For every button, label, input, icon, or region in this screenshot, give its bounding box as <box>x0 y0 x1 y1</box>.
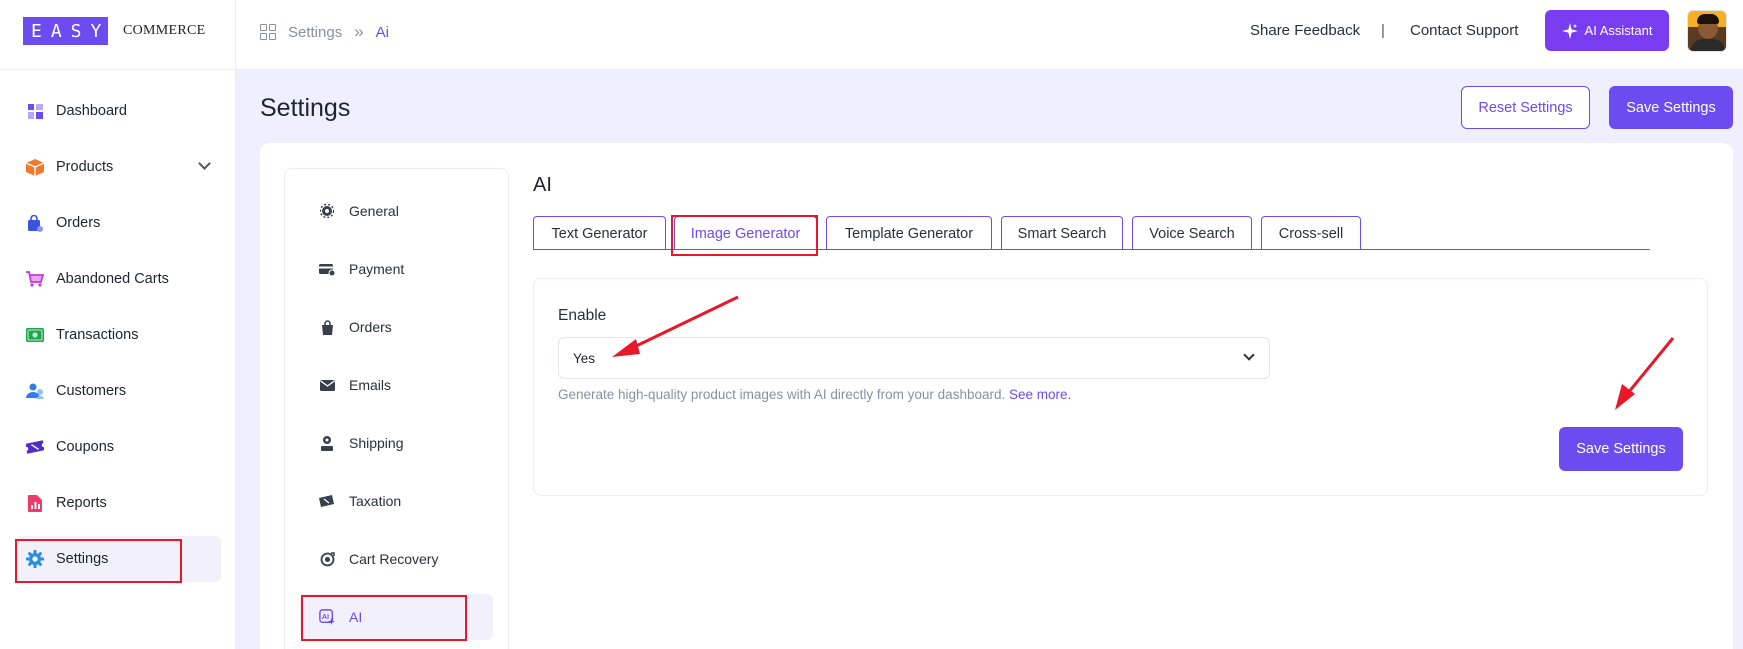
sidebar-item-transactions[interactable]: Transactions <box>15 312 221 358</box>
settings-nav-label: Cart Recovery <box>349 551 439 567</box>
sidebar-item-reports[interactable]: Reports <box>15 480 221 526</box>
help-text: Generate high-quality product images wit… <box>558 387 1071 402</box>
settings-nav-label: Orders <box>349 319 392 335</box>
breadcrumb-settings[interactable]: Settings <box>288 24 342 41</box>
tab-voice-search[interactable]: Voice Search <box>1132 216 1252 250</box>
tab-template-generator[interactable]: Template Generator <box>826 216 992 250</box>
settings-nav-taxation[interactable]: Taxation <box>300 478 493 524</box>
sidebar-item-label: Abandoned Carts <box>56 271 169 287</box>
settings-nav-shipping[interactable]: Shipping <box>300 420 493 466</box>
dashboard-icon <box>26 102 44 120</box>
logo-mark: EASY <box>23 17 108 45</box>
settings-nav-cart-recovery[interactable]: Cart Recovery <box>300 536 493 582</box>
sidebar-item-label: Products <box>56 159 114 175</box>
settings-nav-label: Taxation <box>349 493 402 509</box>
apps-grid-icon[interactable] <box>260 24 276 40</box>
sidebar-item-products[interactable]: Products <box>15 144 221 190</box>
tab-text-generator[interactable]: Text Generator <box>533 216 666 250</box>
settings-nav-payment[interactable]: Payment <box>300 246 493 292</box>
settings-nav-label: Shipping <box>349 435 404 451</box>
brand-logo[interactable]: EASY COMMERCE <box>23 17 206 45</box>
highlight-box-ai <box>301 595 467 641</box>
sidebar-item-label: Transactions <box>56 327 139 343</box>
enable-select-value: Yes <box>573 350 596 366</box>
settings-nav-emails[interactable]: Emails <box>300 362 493 408</box>
save-settings-header-button[interactable]: Save Settings <box>1609 86 1733 129</box>
tab-cross-sell[interactable]: Cross-sell <box>1261 216 1361 250</box>
settings-nav-general[interactable]: General <box>300 188 493 234</box>
sidebar-item-customers[interactable]: Customers <box>15 368 221 414</box>
sidebar-item-dashboard[interactable]: Dashboard <box>15 88 221 134</box>
breadcrumb-current: Ai <box>375 23 390 41</box>
tab-smart-search[interactable]: Smart Search <box>1001 216 1123 250</box>
breadcrumb-separator: » <box>354 22 364 41</box>
ticket-icon <box>26 438 44 456</box>
settings-nav-label: Payment <box>349 261 405 277</box>
sidebar-item-label: Dashboard <box>56 103 127 119</box>
header-link-divider: | <box>1381 22 1385 39</box>
users-icon <box>26 382 44 400</box>
shipping-icon <box>319 435 335 451</box>
bag-icon <box>319 319 335 335</box>
sidebar-item-label: Customers <box>56 383 127 399</box>
breadcrumb: Settings » Ai <box>260 22 389 42</box>
banknote-icon <box>26 326 44 344</box>
settings-nav-orders[interactable]: Orders <box>300 304 493 350</box>
recovery-icon <box>319 551 335 567</box>
enable-label: Enable <box>558 307 607 324</box>
page-title: Settings <box>260 94 351 122</box>
sidebar-item-coupons[interactable]: Coupons <box>15 424 221 470</box>
ai-assistant-label: AI Assistant <box>1584 23 1653 38</box>
highlight-box-settings <box>15 539 182 583</box>
settings-nav-label: Emails <box>349 377 392 393</box>
section-title: AI <box>533 174 552 196</box>
share-feedback-link[interactable]: Share Feedback <box>1250 22 1360 39</box>
shopping-bag-icon <box>26 214 44 232</box>
report-icon <box>26 494 44 512</box>
sidebar-item-orders[interactable]: Orders <box>15 200 221 246</box>
sidebar-item-label: Orders <box>56 215 101 231</box>
save-settings-button[interactable]: Save Settings <box>1559 427 1683 471</box>
chevron-down-icon[interactable] <box>198 157 211 170</box>
sidebar-item-label: Reports <box>56 495 107 511</box>
see-more-link[interactable]: See more. <box>1009 387 1071 402</box>
settings-nav-label: General <box>349 203 399 219</box>
mail-icon <box>319 377 335 393</box>
highlight-box-image-tab <box>671 215 818 256</box>
logo-wordmark: COMMERCE <box>123 23 206 38</box>
help-text-body: Generate high-quality product images wit… <box>558 387 1006 402</box>
chevron-down-icon <box>1243 349 1255 361</box>
header-divider <box>235 0 236 70</box>
card-icon <box>319 261 335 277</box>
sidebar-item-label: Coupons <box>56 439 115 455</box>
user-avatar[interactable] <box>1687 10 1727 52</box>
box-icon <box>26 158 44 176</box>
top-header: EASY COMMERCE Settings » Ai Share Feedba… <box>0 0 1743 70</box>
cart-icon <box>26 270 44 288</box>
enable-select[interactable]: Yes <box>558 337 1270 379</box>
sparkle-icon <box>1561 22 1578 39</box>
ai-assistant-button[interactable]: AI Assistant <box>1545 10 1669 51</box>
reset-settings-button[interactable]: Reset Settings <box>1461 86 1590 129</box>
contact-support-link[interactable]: Contact Support <box>1410 22 1518 39</box>
tax-icon <box>319 493 335 509</box>
gear-icon <box>319 203 335 219</box>
sidebar-item-abandoned-carts[interactable]: Abandoned Carts <box>15 256 221 302</box>
